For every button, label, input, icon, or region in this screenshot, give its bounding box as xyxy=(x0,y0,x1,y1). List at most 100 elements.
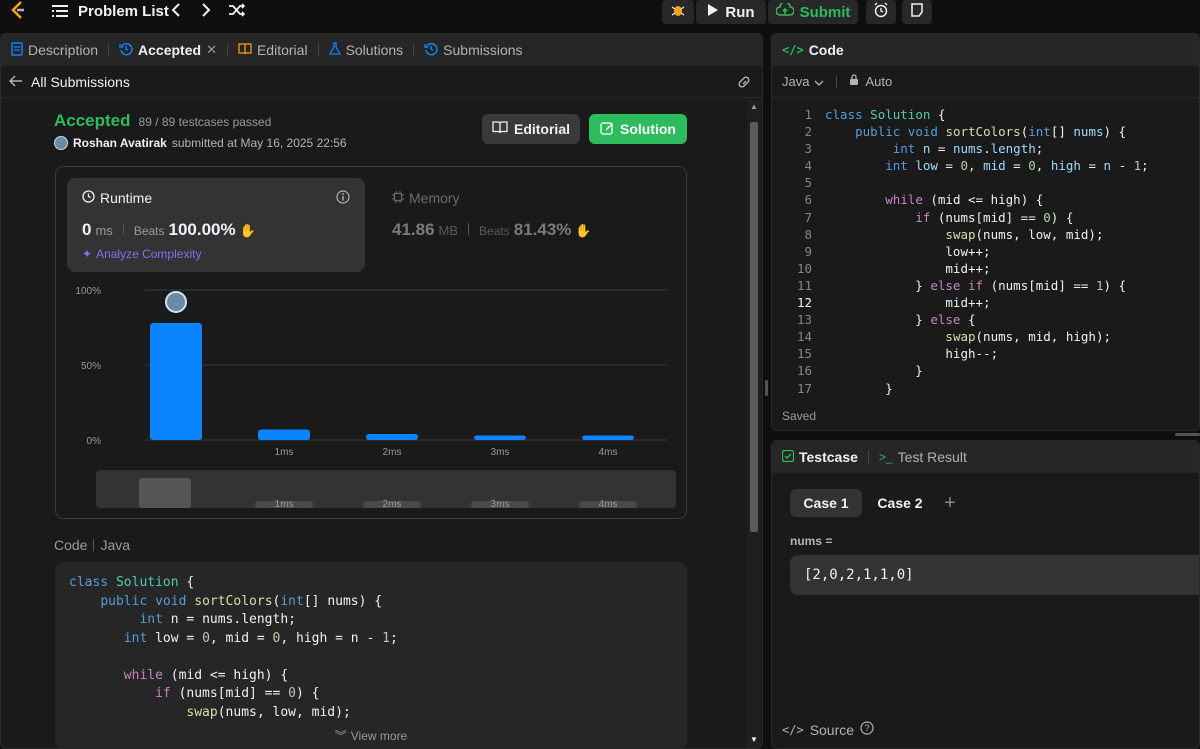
memory-beats: 81.43% xyxy=(513,220,572,239)
runtime-value: 0 ms Beats 100.00% ✋ xyxy=(82,220,256,240)
horizontal-resize-handle[interactable] xyxy=(1175,433,1200,436)
clap-icon: ✋ xyxy=(239,223,256,238)
solution-button[interactable]: Solution xyxy=(589,114,687,144)
tab-submissions[interactable]: Submissions xyxy=(424,42,532,59)
clap-icon: ✋ xyxy=(575,223,592,238)
debug-button[interactable] xyxy=(662,0,694,24)
runtime-distribution-chart: 100% 50% 0% 1ms 2ms 3ms 4ms 1ms 2ms 3ms 4ms xyxy=(75,286,676,510)
random-problem-button[interactable] xyxy=(228,0,246,22)
testcase-count: 89 / 89 testcases passed xyxy=(138,115,272,129)
bug-icon xyxy=(670,2,686,22)
all-submissions-link[interactable]: All Submissions xyxy=(31,74,130,90)
svg-text:?: ? xyxy=(865,723,870,733)
editor-source[interactable]: class Solution { public void sortColors(… xyxy=(825,106,1149,397)
alarm-clock-icon xyxy=(873,2,889,22)
line-number: 9 xyxy=(804,243,812,259)
terminal-icon: >_ xyxy=(878,450,893,464)
chart-bar[interactable] xyxy=(150,323,202,440)
code-section-header: Code Java xyxy=(54,537,130,553)
memory-title[interactable]: Memory xyxy=(392,190,460,206)
nums-input[interactable]: [2,0,2,1,1,0] xyxy=(790,555,1199,595)
chart-bar[interactable] xyxy=(258,429,310,441)
submitted-time: submitted at May 16, 2025 22:56 xyxy=(171,136,347,150)
next-problem-button[interactable] xyxy=(200,0,212,22)
scrollbar-thumb[interactable] xyxy=(750,122,758,532)
runtime-title: Runtime xyxy=(82,190,152,206)
source-label: Source xyxy=(809,721,855,738)
add-case-button[interactable]: + xyxy=(936,489,964,517)
left-scrollbar[interactable]: ▲ ▼ xyxy=(747,100,761,748)
analyze-label: Analyze Complexity xyxy=(96,247,202,261)
scroll-up-icon[interactable]: ▲ xyxy=(750,102,758,111)
mini-tick-label: 4ms xyxy=(599,499,618,510)
tab-accepted[interactable]: Accepted ✕ xyxy=(119,42,227,59)
prev-problem-button[interactable] xyxy=(170,0,182,22)
run-button[interactable]: Run xyxy=(696,0,766,24)
back-arrow-icon[interactable] xyxy=(8,74,23,90)
tab-editorial[interactable]: Editorial xyxy=(238,42,318,58)
language-select[interactable]: Java xyxy=(782,74,824,89)
help-icon[interactable]: ? xyxy=(860,721,874,738)
vertical-resize-handle[interactable] xyxy=(765,380,768,396)
submitted-code[interactable]: class Solution { public void sortColors(… xyxy=(55,562,687,749)
code-lang: Java xyxy=(100,537,131,553)
case-2-tab[interactable]: Case 2 xyxy=(868,489,932,517)
tab-divider xyxy=(867,450,869,464)
range-selector-handle[interactable] xyxy=(139,478,191,508)
leetcode-logo[interactable] xyxy=(8,0,28,20)
view-more-button[interactable]: ︾ View more xyxy=(55,719,687,749)
submit-button[interactable]: Submit xyxy=(768,0,858,24)
chart-bar[interactable] xyxy=(474,435,526,441)
x-tick-label: 4ms xyxy=(599,447,618,458)
line-number: 3 xyxy=(804,141,812,157)
top-bar: Problem List Run Submit xyxy=(0,0,1200,24)
avatar[interactable] xyxy=(54,136,68,150)
runtime-unit: ms xyxy=(95,223,113,238)
link-icon[interactable] xyxy=(736,75,752,92)
submission-author: Roshan Avatirak submitted at May 16, 202… xyxy=(54,136,347,150)
left-tab-bar: Description Accepted ✕ Editorial Solutio… xyxy=(1,34,762,66)
tab-code[interactable]: </> Code xyxy=(782,42,854,58)
chart-bar[interactable] xyxy=(366,434,418,440)
info-icon[interactable] xyxy=(336,190,350,207)
testcase-label: Testcase xyxy=(799,449,858,465)
test-result-label: Test Result xyxy=(897,449,967,465)
tab-submissions-label: Submissions xyxy=(443,42,523,58)
line-number: 10 xyxy=(796,260,812,276)
auto-label[interactable]: Auto xyxy=(865,74,892,89)
runtime-title-label: Runtime xyxy=(100,190,153,206)
line-number: 11 xyxy=(796,277,812,293)
tab-description[interactable]: Description xyxy=(11,41,108,59)
tab-solutions[interactable]: Solutions xyxy=(328,41,414,59)
memory-title-label: Memory xyxy=(409,190,460,206)
user-avatar-marker xyxy=(165,291,187,313)
code-toolbar: Java Auto xyxy=(772,66,1199,98)
flask-icon xyxy=(328,41,341,59)
clock-icon xyxy=(82,190,95,206)
scroll-down-icon[interactable]: ▼ xyxy=(750,735,758,744)
mini-tick-label: 1ms xyxy=(275,499,294,510)
close-icon[interactable]: ✕ xyxy=(206,42,217,58)
source-link[interactable]: </> Source ? xyxy=(782,721,874,738)
code-editor-panel: </> Code Java Auto 1 2 3 4 5 6 7 8 9 10 11 12 13 14 15… xyxy=(771,33,1200,431)
timer-button[interactable] xyxy=(866,0,896,24)
author-name[interactable]: Roshan Avatirak xyxy=(73,136,167,150)
y-tick-label: 100% xyxy=(75,286,101,297)
analyze-complexity-link[interactable]: ✦ Analyze Complexity xyxy=(82,247,201,261)
case-1-tab[interactable]: Case 1 xyxy=(790,489,862,517)
problem-list-label: Problem List xyxy=(78,2,169,20)
tab-testcase[interactable]: Testcase xyxy=(781,449,868,465)
nums-value: [2,0,2,1,1,0] xyxy=(804,567,914,583)
note-icon xyxy=(910,3,924,21)
problem-list-link[interactable]: Problem List xyxy=(52,0,169,22)
tab-test-result[interactable]: >_ Test Result xyxy=(879,449,977,465)
runtime-beats: 100.00% xyxy=(168,220,236,239)
chart-bar[interactable] xyxy=(582,435,634,441)
notes-button[interactable] xyxy=(902,0,932,24)
editorial-button-label: Editorial xyxy=(513,121,570,137)
editorial-button[interactable]: Editorial xyxy=(482,114,580,144)
code-editor[interactable]: 1 2 3 4 5 6 7 8 9 10 11 12 13 14 15 16 17 class Solution… xyxy=(772,106,1199,397)
memory-beats-label: Beats xyxy=(479,224,510,238)
mini-tick-label: 2ms xyxy=(383,499,402,510)
language-value: Java xyxy=(782,74,810,89)
